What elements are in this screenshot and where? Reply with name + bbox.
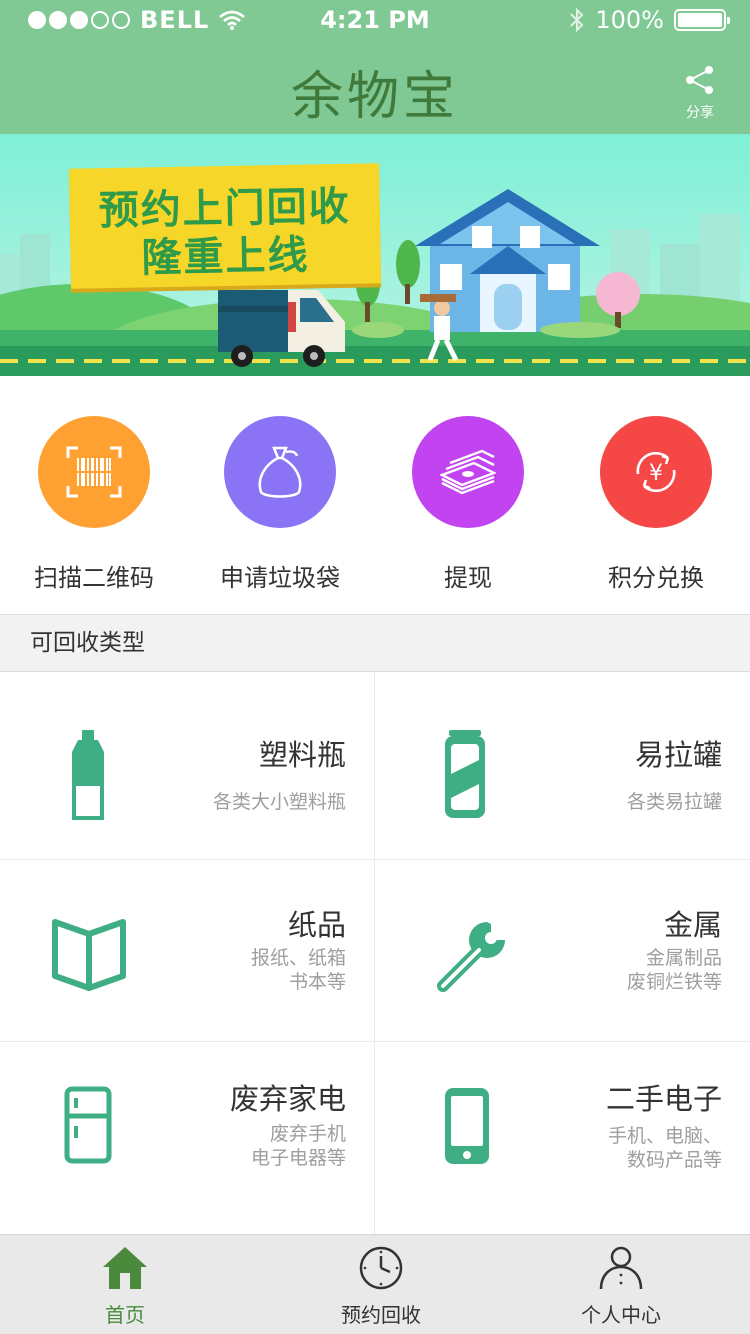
status-right: 100% [569, 6, 730, 34]
status-bar: BELL 4:21 PM 100% [0, 0, 750, 40]
home-icon [103, 1247, 147, 1289]
fridge-icon [64, 1086, 112, 1164]
app-logo: 余物宝 [290, 67, 459, 127]
category-title: 易拉罐 [634, 738, 722, 772]
category-desc-line2: 书本等 [288, 971, 346, 993]
quick-action-bag[interactable]: 申请垃圾袋 [186, 416, 374, 593]
tab-home[interactable]: 首页 [0, 1245, 250, 1328]
exchange-circle: ¥ [600, 416, 712, 528]
withdraw-circle [412, 416, 524, 528]
phone-icon [445, 1088, 489, 1164]
exchange-icon: ¥ [636, 451, 676, 493]
tab-profile[interactable]: 个人中心 [496, 1245, 746, 1328]
category-plastic-bottle[interactable]: 塑料瓶 各类大小塑料瓶 [0, 672, 375, 860]
quick-action-exchange[interactable]: ¥ 积分兑换 [562, 416, 750, 593]
book-icon [52, 919, 126, 991]
section-title: 可回收类型 [0, 614, 750, 672]
share-icon [686, 66, 713, 94]
bottle-icon [72, 730, 104, 820]
category-electronics[interactable]: 二手电子 手机、电脑、 数码产品等 [375, 1042, 750, 1234]
quick-action-withdraw[interactable]: 提现 [374, 416, 562, 593]
category-appliance[interactable]: 废弃家电 废弃手机 电子电器等 [0, 1042, 375, 1234]
promo-banner[interactable]: 预约上门回收 隆重上线 [0, 134, 750, 376]
tab-label: 首页 [105, 1303, 145, 1327]
banner-ribbon: 预约上门回收 隆重上线 [68, 163, 382, 289]
clock-icon [359, 1246, 403, 1290]
bag-icon [258, 446, 302, 498]
quick-action-label: 积分兑换 [608, 564, 704, 592]
battery-percent: 100% [595, 6, 664, 34]
tab-booking[interactable]: 预约回收 [256, 1245, 506, 1328]
money-icon [440, 449, 496, 495]
category-desc-line1: 金属制品 [645, 947, 722, 969]
battery-icon [674, 9, 730, 31]
share-button[interactable]: 分享 [674, 64, 726, 122]
svg-text:¥: ¥ [649, 461, 663, 486]
bag-circle [224, 416, 336, 528]
quick-actions: 扫描二维码 申请垃圾袋 提现 ¥ 积分兑换 [0, 376, 750, 614]
tab-label: 个人中心 [581, 1303, 661, 1327]
recyclable-category-grid: 塑料瓶 各类大小塑料瓶 易拉罐 各类易拉罐 纸品 报纸、纸箱 书本等 金属 金属… [0, 672, 750, 1234]
quick-action-label: 扫描二维码 [34, 564, 154, 592]
category-title: 金属 [663, 908, 722, 942]
can-icon [445, 730, 485, 818]
wrench-icon [437, 922, 505, 992]
category-desc-line1: 废弃手机 [269, 1123, 346, 1145]
quick-action-label: 申请垃圾袋 [220, 564, 340, 592]
user-icon [599, 1246, 643, 1290]
category-title: 塑料瓶 [258, 738, 346, 772]
category-desc-line2: 废铜烂铁等 [626, 971, 722, 993]
category-desc: 各类大小塑料瓶 [212, 791, 346, 813]
category-desc-line2: 数码产品等 [626, 1149, 722, 1171]
category-desc-line1: 手机、电脑、 [607, 1125, 722, 1147]
banner-subtitle: 隆重上线 [141, 232, 310, 282]
tab-label: 预约回收 [341, 1303, 421, 1327]
category-title: 废弃家电 [229, 1082, 346, 1116]
category-metal[interactable]: 金属 金属制品 废铜烂铁等 [375, 860, 750, 1042]
category-can[interactable]: 易拉罐 各类易拉罐 [375, 672, 750, 860]
share-label: 分享 [686, 105, 714, 121]
quick-action-label: 提现 [444, 564, 492, 592]
category-title: 纸品 [287, 908, 346, 942]
category-title: 二手电子 [605, 1082, 722, 1116]
nav-bar: 余物宝 分享 [0, 40, 750, 134]
category-desc: 各类易拉罐 [626, 791, 722, 813]
barcode-icon [66, 446, 122, 498]
quick-action-scan[interactable]: 扫描二维码 [0, 416, 188, 593]
scan-circle [38, 416, 150, 528]
category-desc-line2: 电子电器等 [250, 1147, 346, 1169]
tab-bar: 首页 预约回收 个人中心 [0, 1234, 750, 1334]
category-desc-line1: 报纸、纸箱 [250, 947, 346, 969]
category-paper[interactable]: 纸品 报纸、纸箱 书本等 [0, 860, 375, 1042]
bluetooth-icon [570, 7, 584, 33]
